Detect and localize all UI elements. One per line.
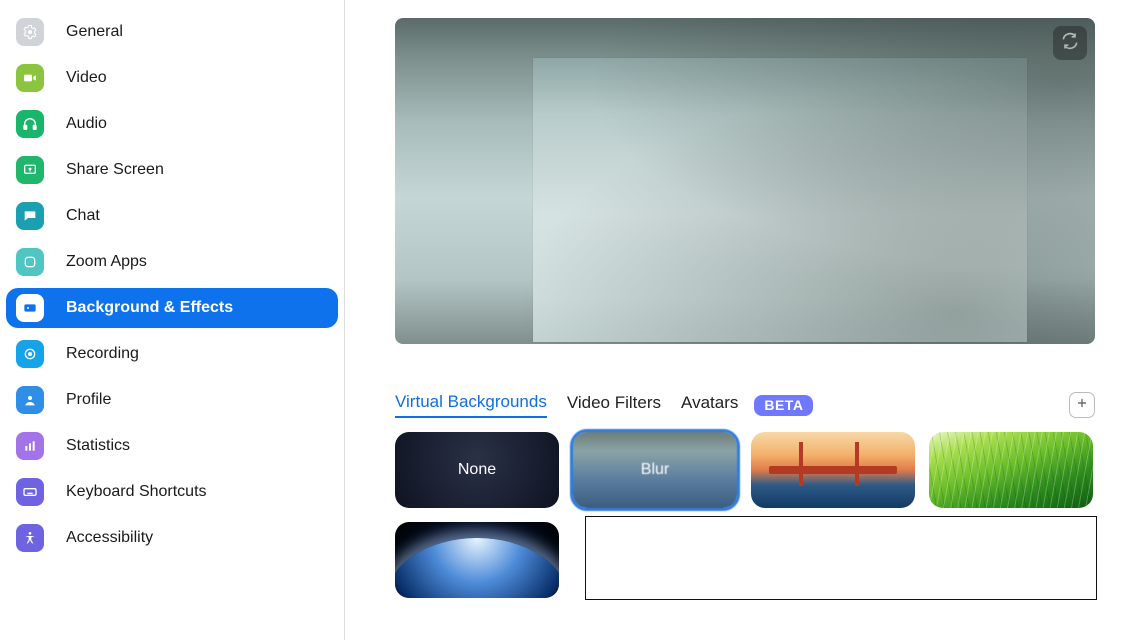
- sidebar-item-general[interactable]: General: [6, 12, 338, 52]
- sidebar-item-label: Statistics: [66, 437, 130, 455]
- chat-icon: [16, 202, 44, 230]
- sidebar-item-label: General: [66, 23, 123, 41]
- background-option-image-grass[interactable]: [929, 432, 1093, 508]
- sidebar-item-label: Audio: [66, 115, 107, 133]
- sidebar-item-background-effects[interactable]: Background & Effects: [6, 288, 338, 328]
- background-option-label: Blur: [641, 461, 669, 479]
- sidebar-item-recording[interactable]: Recording: [6, 334, 338, 374]
- sidebar-item-audio[interactable]: Audio: [6, 104, 338, 144]
- overlay-box: [585, 516, 1097, 600]
- sidebar-item-label: Zoom Apps: [66, 253, 147, 271]
- settings-sidebar: General Video Audio Share Screen: [0, 0, 345, 640]
- headphones-icon: [16, 110, 44, 138]
- plus-icon: [1075, 395, 1089, 415]
- background-option-image-earth[interactable]: [395, 522, 559, 598]
- sidebar-item-label: Accessibility: [66, 529, 153, 547]
- sidebar-item-chat[interactable]: Chat: [6, 196, 338, 236]
- background-option-image-bridge[interactable]: [751, 432, 915, 508]
- sidebar-item-profile[interactable]: Profile: [6, 380, 338, 420]
- effects-tabs: Virtual Backgrounds Video Filters Avatar…: [395, 392, 1095, 418]
- profile-icon: [16, 386, 44, 414]
- sidebar-item-zoom-apps[interactable]: Zoom Apps: [6, 242, 338, 282]
- sidebar-item-label: Recording: [66, 345, 139, 363]
- rotate-icon: [1060, 31, 1080, 55]
- sidebar-item-label: Share Screen: [66, 161, 164, 179]
- sidebar-item-label: Chat: [66, 207, 100, 225]
- sidebar-item-statistics[interactable]: Statistics: [6, 426, 338, 466]
- background-option-label: None: [458, 461, 496, 479]
- video-icon: [16, 64, 44, 92]
- beta-badge: BETA: [754, 395, 813, 416]
- tab-video-filters[interactable]: Video Filters: [567, 393, 661, 417]
- sidebar-item-video[interactable]: Video: [6, 58, 338, 98]
- video-preview-foreground: [533, 58, 1027, 342]
- apps-icon: [16, 248, 44, 276]
- video-preview: [395, 18, 1095, 344]
- statistics-icon: [16, 432, 44, 460]
- sidebar-item-label: Video: [66, 69, 107, 87]
- accessibility-icon: [16, 524, 44, 552]
- sidebar-item-share-screen[interactable]: Share Screen: [6, 150, 338, 190]
- add-background-button[interactable]: [1069, 392, 1095, 418]
- tab-avatars[interactable]: Avatars: [681, 393, 738, 417]
- tab-virtual-backgrounds[interactable]: Virtual Backgrounds: [395, 392, 547, 418]
- record-icon: [16, 340, 44, 368]
- background-effects-icon: [16, 294, 44, 322]
- sidebar-item-label: Profile: [66, 391, 111, 409]
- sidebar-item-keyboard-shortcuts[interactable]: Keyboard Shortcuts: [6, 472, 338, 512]
- background-option-blur[interactable]: Blur: [573, 432, 737, 508]
- rotate-camera-button[interactable]: [1053, 26, 1087, 60]
- keyboard-icon: [16, 478, 44, 506]
- background-option-none[interactable]: None: [395, 432, 559, 508]
- sidebar-item-label: Background & Effects: [66, 299, 233, 317]
- sidebar-item-label: Keyboard Shortcuts: [66, 483, 207, 501]
- gear-icon: [16, 18, 44, 46]
- sidebar-item-accessibility[interactable]: Accessibility: [6, 518, 338, 558]
- share-screen-icon: [16, 156, 44, 184]
